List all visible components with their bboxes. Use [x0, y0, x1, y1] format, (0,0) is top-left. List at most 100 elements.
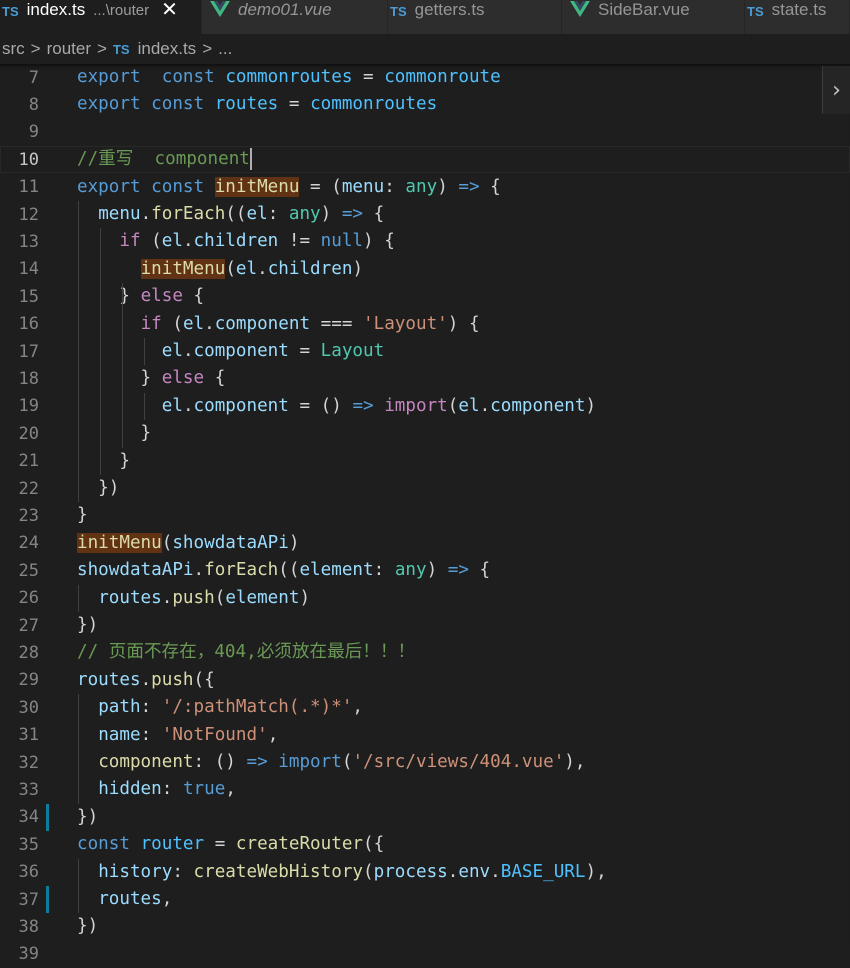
code-editor[interactable]: 7 export const commonroutes = commonroute…: [0, 64, 850, 964]
code-text: initMenu(showdataAPi): [77, 532, 300, 553]
tab-sidebar-vue[interactable]: SideBar.vue: [562, 0, 745, 34]
code-line: 20 }: [0, 420, 850, 447]
code-line: 31 name: 'NotFound',: [0, 722, 850, 749]
code-line: 19 el.component = () => import(el.compon…: [0, 393, 850, 420]
code-line: 18 } else {: [0, 365, 850, 392]
code-text: export const routes = commonroutes: [77, 94, 438, 115]
code-text: export const initMenu = (menu: any) => {: [77, 176, 501, 197]
code-text: initMenu(el.children): [140, 258, 364, 279]
line-number: 21: [18, 451, 39, 472]
code-line: 34}): [0, 803, 850, 831]
code-text: if (el.component === 'Layout') {: [140, 313, 480, 334]
code-text: const router = createRouter({: [77, 834, 385, 855]
code-text: }): [77, 806, 99, 827]
breadcrumb-item[interactable]: src: [2, 39, 25, 59]
breadcrumb-separator: >: [30, 39, 41, 58]
typescript-icon: TS: [2, 3, 19, 19]
tab-label: getters.ts: [414, 0, 485, 19]
line-number: 20: [18, 423, 39, 444]
tab-getters-ts[interactable]: TS getters.ts: [388, 0, 562, 34]
breadcrumb-item[interactable]: ...: [218, 39, 232, 59]
code-line: 24 initMenu(showdataAPi): [0, 530, 850, 557]
code-text: }): [77, 478, 120, 498]
typescript-icon: TS: [747, 3, 764, 19]
indent-guide: [78, 858, 79, 914]
code-text: path: '/:pathMatch(.*)*',: [98, 697, 364, 718]
line-number: 13: [18, 231, 39, 252]
line-number: 32: [18, 752, 39, 773]
breadcrumb-item[interactable]: index.ts: [138, 39, 197, 59]
code-line: 39: [0, 941, 850, 968]
breadcrumb-item[interactable]: router: [47, 39, 91, 59]
code-text: }: [77, 505, 88, 526]
code-line: 9: [0, 119, 850, 146]
line-number: 34: [18, 807, 39, 828]
code-line: 8 export const routes = commonroutes: [0, 91, 850, 118]
indent-guide: [78, 201, 79, 503]
code-text: menu.forEach((el: any) => {: [98, 204, 385, 224]
tab-label: demo01.vue: [238, 0, 332, 19]
code-line: 21 }: [0, 448, 850, 475]
code-line: 10 //重写 component: [0, 146, 850, 173]
line-number: 8: [28, 94, 39, 115]
indent-guide: [144, 392, 145, 421]
line-number: 33: [18, 779, 39, 800]
code-text: }): [77, 916, 99, 937]
code-line: 11 export const initMenu = (menu: any) =>…: [0, 174, 850, 201]
code-line: 27}): [0, 612, 850, 639]
code-text: el.component = () => import(el.component…: [161, 395, 597, 416]
editor-tab-bar: TS index.ts ...\router ✕ demo01.vue TS getters…: [0, 0, 850, 34]
code-line: 14 initMenu(el.children): [0, 256, 850, 283]
code-line: 12 menu.forEach((el: any) => {: [0, 201, 850, 228]
code-text: }: [77, 423, 152, 444]
line-number: 7: [28, 67, 39, 88]
scroll-right-button[interactable]: ›: [822, 66, 850, 114]
code-text: component: () => import('/src/views/404.…: [98, 752, 586, 772]
tab-state-ts[interactable]: TS state.ts: [745, 0, 850, 34]
chevron-right-icon: ›: [832, 77, 841, 103]
indent-guide: [122, 310, 123, 448]
text-cursor: [249, 148, 252, 171]
typescript-icon: TS: [112, 41, 130, 57]
line-number: 10: [18, 149, 39, 170]
close-icon[interactable]: ✕: [161, 0, 178, 20]
typescript-icon: TS: [390, 3, 407, 19]
indent-guide: [100, 228, 101, 475]
code-text: routes,: [98, 889, 173, 909]
code-line: 26 routes.push(element): [0, 585, 850, 612]
line-number: 29: [18, 670, 39, 691]
tab-label: index.ts: [26, 0, 86, 19]
breadcrumb-separator: >: [202, 39, 213, 58]
code-line: 30 path: '/:pathMatch(.*)*',: [0, 694, 850, 721]
tab-index-ts[interactable]: TS index.ts ...\router ✕: [0, 0, 202, 34]
line-number: 11: [18, 177, 39, 198]
line-number: 38: [18, 916, 39, 937]
line-number: 35: [18, 834, 39, 855]
tab-demo01-vue[interactable]: demo01.vue: [202, 0, 388, 34]
line-number: 25: [18, 560, 39, 581]
indent-guide: [78, 694, 79, 804]
change-marker: [46, 886, 49, 913]
indent-guide: [144, 338, 145, 366]
code-text: } else {: [77, 286, 205, 307]
code-line: 28 // 页面不存在，404,必须放在最后！！！: [0, 639, 850, 666]
line-number: 37: [18, 889, 39, 910]
code-line: 29 routes.push({: [0, 667, 850, 694]
code-text: history: createWebHistory(process.env.BA…: [98, 861, 607, 882]
line-number: 28: [18, 642, 39, 663]
code-line: 17 el.component = Layout: [0, 338, 850, 365]
code-text: name: 'NotFound',: [98, 724, 279, 745]
code-text: //重写 component: [77, 148, 252, 171]
code-line: 36 history: createWebHistory(process.env…: [0, 859, 850, 886]
line-number: 22: [18, 478, 39, 499]
code-line: 32 component: () => import('/src/views/4…: [0, 749, 850, 776]
vue-icon: [570, 1, 592, 17]
line-number: 17: [18, 341, 39, 362]
code-line: 25 showdataAPi.forEach((element: any) => …: [0, 557, 850, 584]
tab-description: ...\router: [93, 1, 150, 19]
code-line: 33 hidden: true,: [0, 776, 850, 803]
line-number: 23: [18, 505, 39, 526]
line-number: 15: [18, 286, 39, 307]
code-text: // 页面不存在，404,必须放在最后！！！: [77, 642, 416, 663]
line-number: 9: [28, 122, 39, 143]
